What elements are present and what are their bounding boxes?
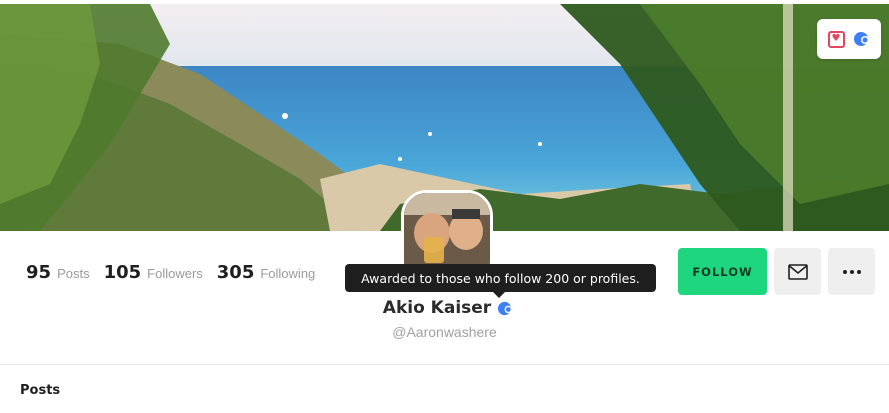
stat-posts-label: Posts <box>57 266 90 281</box>
stat-followers-count: 105 <box>103 262 142 283</box>
follow-button[interactable]: FOLLOW <box>678 248 767 295</box>
stat-following-count: 305 <box>216 262 255 283</box>
profile-name-row: Akio Kaiser <box>0 298 889 318</box>
top-badges: ♥ <box>817 19 881 59</box>
stat-following-label: Following <box>260 266 316 281</box>
profile-name: Akio Kaiser <box>382 298 492 318</box>
badge-tooltip: Awarded to those who follow 200 or profi… <box>345 264 656 298</box>
profile-stats: 95 Posts 105 Followers 305 Following <box>26 262 315 283</box>
profile-handle: @Aaronwashere <box>392 324 497 340</box>
stat-posts-count: 95 <box>26 262 52 283</box>
stat-followers[interactable]: 105 Followers <box>104 262 203 283</box>
message-button[interactable] <box>774 248 821 295</box>
envelope-icon <box>787 263 808 280</box>
stat-followers-label: Followers <box>147 266 203 281</box>
avatar[interactable] <box>401 190 493 270</box>
ellipsis-icon <box>842 269 861 274</box>
stat-following[interactable]: 305 Following <box>217 262 316 283</box>
heart-badge-icon[interactable]: ♥ <box>827 30 845 48</box>
stat-posts[interactable]: 95 Posts <box>26 262 90 283</box>
more-options-button[interactable] <box>828 248 875 295</box>
posts-section-title: Posts <box>20 383 61 398</box>
people-badge-icon[interactable] <box>853 30 871 48</box>
people-verified-icon[interactable] <box>497 300 514 317</box>
section-divider <box>0 364 889 365</box>
